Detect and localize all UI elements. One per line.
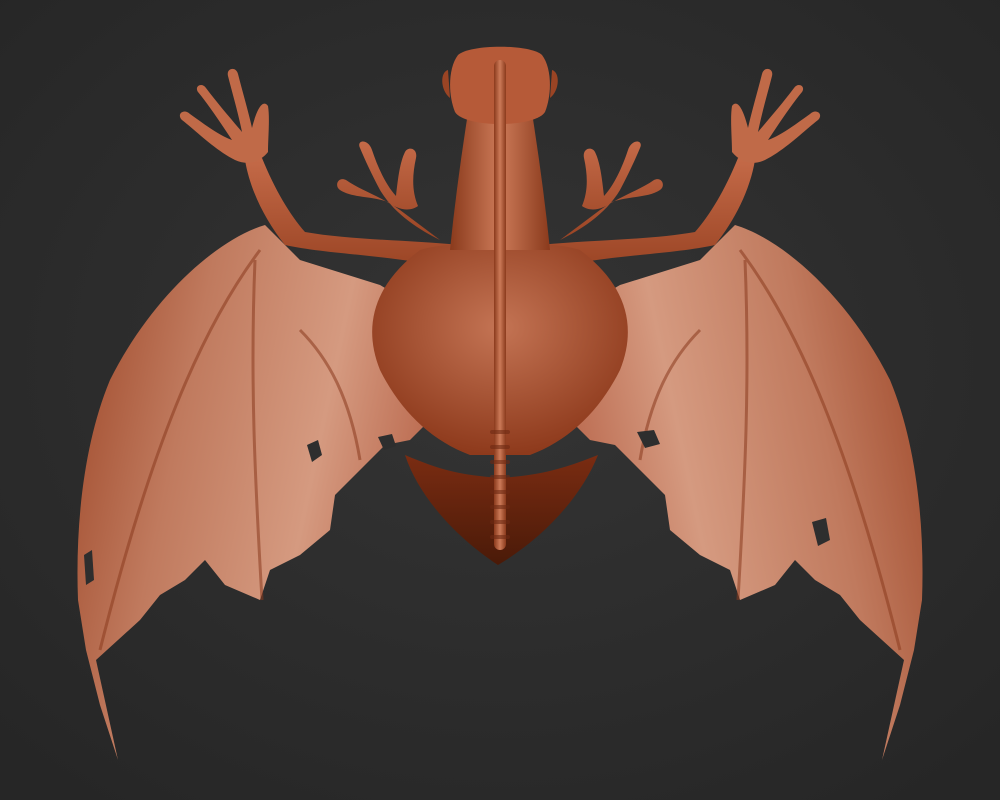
sculpt-render — [0, 0, 1000, 800]
viewport — [0, 0, 1000, 800]
